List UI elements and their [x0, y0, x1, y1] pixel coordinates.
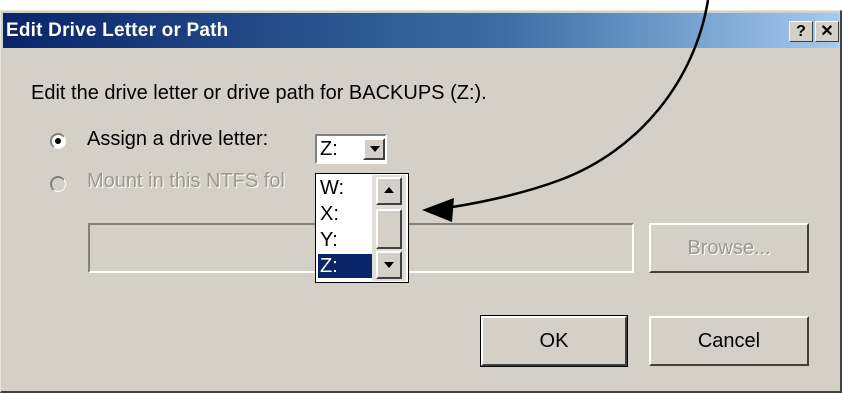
annotation-callout-arrow	[422, 0, 710, 222]
callout-arrow-line	[437, 0, 710, 211]
arrowhead-icon	[422, 198, 454, 222]
